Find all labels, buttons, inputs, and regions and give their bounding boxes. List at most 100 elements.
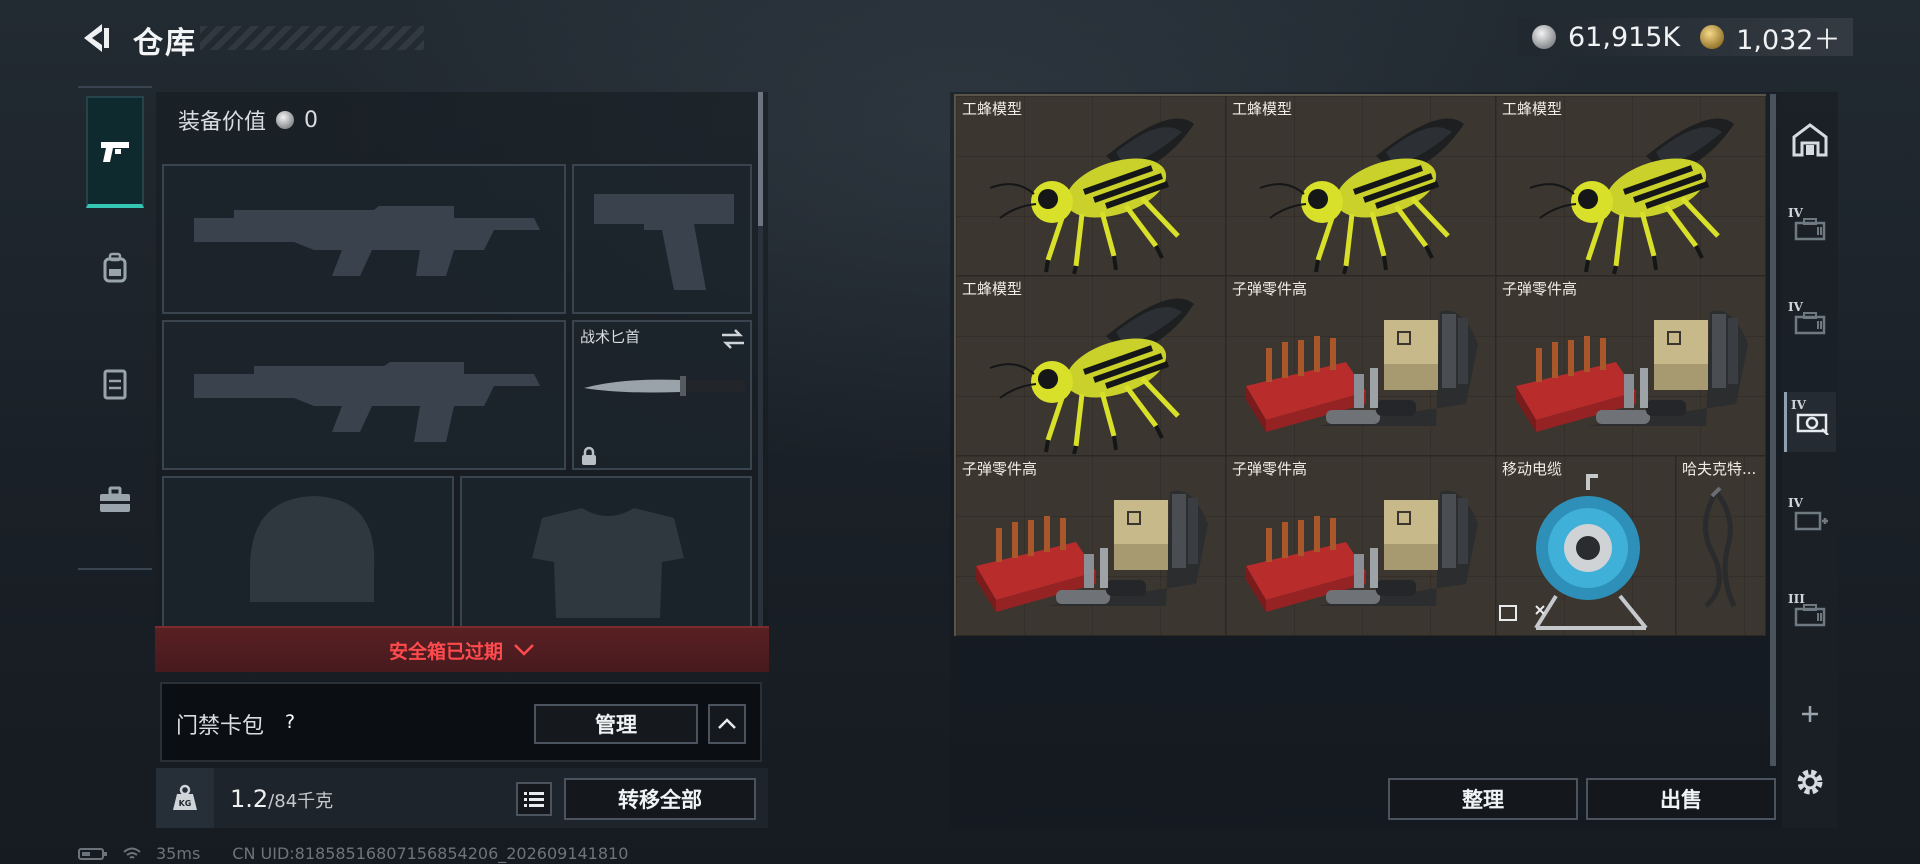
pistol-silhouette-icon [594,194,734,290]
cable-reel-icon [1499,474,1648,630]
weight-icon: KG [173,784,197,810]
help-icon[interactable]: ? [276,708,304,736]
weight-value: 1.2/84千克 [230,785,333,813]
equipment-scrollbar-thumb[interactable] [758,92,763,226]
toolbox-icon [100,486,130,512]
list-view-button[interactable] [516,782,552,816]
item-name: 工蜂模型 [962,100,1023,118]
equipment-value: 装备价值 0 [178,104,318,136]
cord-icon [1703,486,1737,608]
pistol-slot[interactable] [572,164,752,314]
silver-coin-icon [276,111,295,129]
category-backpack[interactable] [86,212,144,324]
storage-item-ammo-parts[interactable]: 子弹零件高 [1226,276,1496,456]
helmet-slot[interactable] [162,476,454,626]
back-button[interactable] [78,20,114,56]
bee-model-icon [1529,118,1734,275]
safebox-expired-text: 安全箱已过期 [388,640,503,663]
item-name: 工蜂模型 [1502,100,1563,118]
knife-icon [584,376,746,396]
category-weapons[interactable] [86,96,144,208]
chevron-down-icon [514,644,534,656]
chevron-up-icon [718,718,736,729]
back-arrow-icon [84,24,109,52]
svg-text:KG: KG [179,799,192,808]
settings-button[interactable] [1784,752,1836,812]
unrepairable-icon [1499,605,1517,621]
item-name: 工蜂模型 [1232,100,1293,118]
category-vest[interactable] [86,328,144,440]
storage-item-cable-reel[interactable]: 移动电缆 [1496,456,1676,636]
container-3[interactable]: IV [1784,294,1836,354]
melee-label: 战术匕首 [580,328,641,346]
sell-button[interactable]: 出售 [1586,778,1776,820]
title-decoration [200,26,424,50]
weight-capacity: /84千克 [268,791,334,812]
access-card-label: 门禁卡包 [176,714,265,739]
pistol-icon [101,142,129,162]
armor-slot[interactable] [460,476,752,626]
bee-model-icon [989,118,1194,275]
transfer-all-button[interactable]: 转移全部 [564,778,756,820]
safehouse-icon [1792,123,1828,161]
primary-weapon-slot-2[interactable] [162,320,566,470]
battery-icon [78,847,107,860]
item-name: 哈夫克特... [1682,460,1757,478]
storage-item-bee-model[interactable]: 工蜂模型 [956,96,1226,276]
container-tier: IV [1788,496,1803,510]
primary-weapon-slot-1[interactable] [162,164,566,314]
storage-item-ammo-parts[interactable]: 子弹零件高 [1496,276,1766,456]
ammo-parts-icon [1246,490,1478,612]
manage-button[interactable]: 管理 [534,704,698,744]
container-1[interactable] [1784,112,1836,172]
list-icon [524,792,544,807]
category-toolbox[interactable] [86,444,144,556]
lock-icon [582,446,596,465]
container-4[interactable]: IV [1784,392,1836,452]
storage-item-bee-model[interactable]: 工蜂模型 [1226,96,1496,276]
storage-scrollbar[interactable] [1770,94,1776,766]
container-tier: IV [1788,206,1803,220]
item-name: 子弹零件高 [962,460,1038,478]
gold-currency-value[interactable]: 1,032＋ [1736,18,1840,57]
item-name: 子弹零件高 [1232,280,1308,298]
category-rail [78,86,152,570]
wifi-icon [123,847,141,859]
vest-icon [103,369,127,400]
swap-icon[interactable] [720,328,746,350]
storage-item-bee-model[interactable]: 工蜂模型 [1496,96,1766,276]
bee-model-icon [1259,118,1464,275]
container-2[interactable]: IV [1784,200,1836,260]
collapse-button[interactable] [708,704,746,744]
storage-item-bee-model[interactable]: 工蜂模型 [956,276,1226,456]
currency-bar: 61,915K 1,032＋ [1518,18,1853,56]
storage-item-ammo-parts[interactable]: 子弹零件高 [1226,456,1496,636]
container-6[interactable]: III [1784,586,1836,646]
sort-button[interactable]: 整理 [1388,778,1578,820]
melee-slot[interactable]: 战术匕首 [572,320,752,470]
container-tier: IV [1791,398,1806,412]
silver-currency-value: 61,915K [1568,21,1681,53]
ammo-parts-icon [1516,310,1748,432]
item-name: 工蜂模型 [962,280,1023,298]
armor-silhouette-icon [532,508,684,618]
item-name: 移动电缆 [1502,460,1563,478]
page-title: 仓库 [133,26,197,61]
bee-model-icon [989,298,1194,455]
weight-icon-box: KG [156,768,214,828]
add-icon [1799,703,1821,729]
ping-value: 35ms [156,844,201,863]
rifle-silhouette-icon [194,362,540,442]
weight-current: 1.2 [230,785,269,813]
safebox-expired-banner[interactable]: 安全箱已过期 [155,626,769,672]
storage-item-ammo-parts[interactable]: 子弹零件高 [956,456,1226,636]
ammo-parts-icon [976,490,1208,612]
equipment-value-label: 装备价值 [178,110,267,135]
status-bar: 35ms CN UID:81858516807156854206_2026091… [78,844,628,863]
storage-item-cord[interactable]: 哈夫克特... [1676,456,1766,636]
ammo-parts-icon [1246,310,1478,432]
helmet-silhouette-icon [250,496,375,602]
container-5[interactable]: IV [1784,490,1836,550]
container-7[interactable] [1784,686,1836,746]
uid-text: CN UID:81858516807156854206_202609141810 [232,844,629,863]
